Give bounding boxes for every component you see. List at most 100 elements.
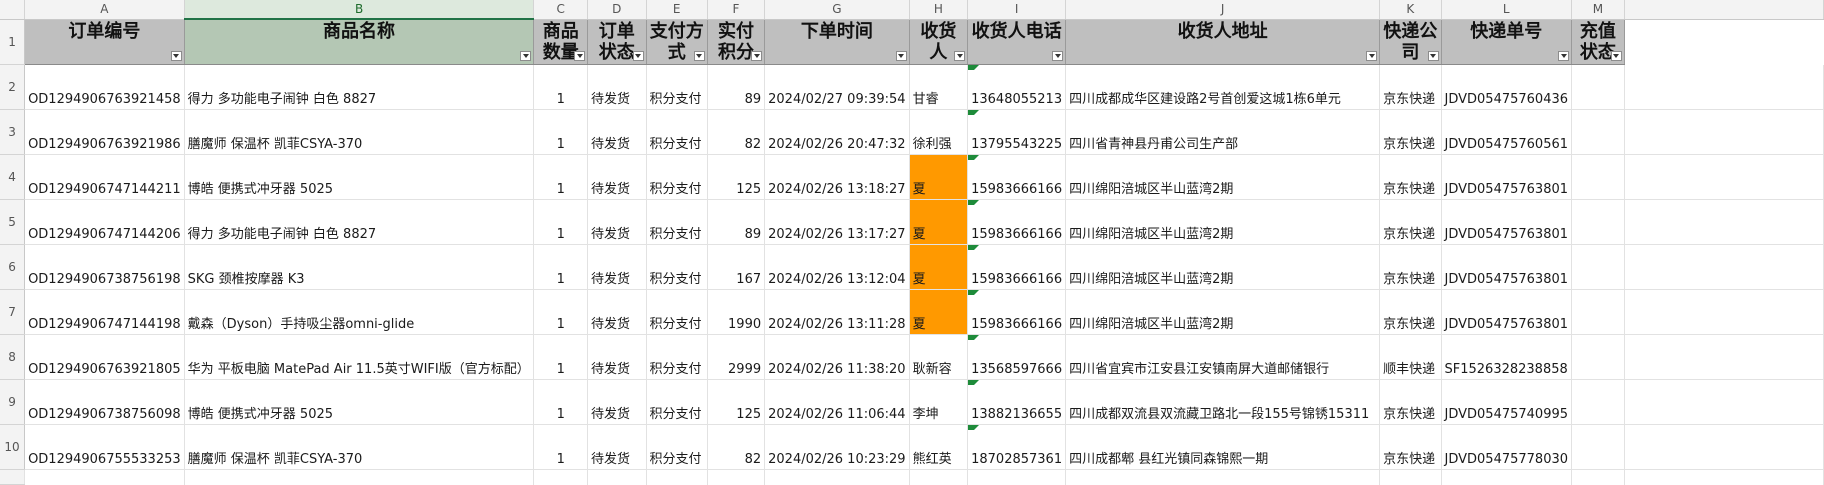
select-all-corner[interactable] [0, 0, 26, 20]
recipient-address-cell[interactable]: 四川成都双流县双流藏卫路北一段155号锦锈15311 [1065, 379, 1381, 425]
product-name-cell[interactable]: 得力 多功能电子闹钟 白色 8827 [184, 64, 535, 110]
row-number[interactable] [0, 469, 26, 485]
empty-cell[interactable] [1624, 424, 1824, 470]
courier-cell[interactable]: 京东快递 [1379, 244, 1442, 290]
quantity-cell[interactable]: 1 [533, 64, 588, 110]
empty-cell[interactable] [24, 469, 185, 485]
header-cell-b[interactable]: 商品名称 [184, 19, 535, 65]
order-status-cell[interactable]: 待发货 [587, 154, 647, 200]
recipient-name-cell[interactable]: 夏 [909, 154, 969, 200]
courier-cell[interactable]: 顺丰快递 [1379, 334, 1442, 380]
header-cell-f[interactable]: 实付积分 [707, 19, 766, 65]
order-time-cell[interactable]: 2024/02/26 11:38:20 [764, 334, 910, 380]
recipient-name-cell[interactable]: 夏 [909, 289, 969, 335]
payment-method-cell[interactable]: 积分支付 [646, 334, 708, 380]
empty-cell[interactable] [1624, 19, 1823, 65]
tracking-number-cell[interactable]: JDVD05475763801 [1441, 244, 1573, 290]
payment-method-cell[interactable]: 积分支付 [646, 379, 708, 425]
product-name-cell[interactable]: 膳魔师 保温杯 凯菲CSYA-370 [184, 424, 535, 470]
order-id-cell[interactable]: OD1294906747144211 [24, 154, 185, 200]
points-cell[interactable]: 89 [707, 199, 766, 245]
order-id-cell[interactable]: OD1294906738756098 [24, 379, 185, 425]
column-letter-b[interactable]: B [184, 0, 535, 20]
filter-dropdown-icon[interactable] [954, 51, 966, 61]
header-cell-h[interactable]: 收货人 [909, 19, 969, 65]
courier-cell[interactable]: 京东快递 [1379, 109, 1442, 155]
empty-cell[interactable] [1624, 109, 1824, 155]
header-cell-l[interactable]: 快递单号 [1441, 19, 1573, 65]
order-id-cell[interactable]: OD1294906763921458 [24, 64, 185, 110]
order-time-cell[interactable]: 2024/02/27 09:39:54 [764, 64, 910, 110]
empty-cell[interactable] [909, 469, 969, 485]
quantity-cell[interactable]: 1 [533, 244, 588, 290]
payment-method-cell[interactable]: 积分支付 [646, 64, 708, 110]
order-status-cell[interactable]: 待发货 [587, 334, 647, 380]
empty-cell[interactable] [1624, 289, 1824, 335]
recipient-address-cell[interactable]: 四川绵阳涪城区半山蓝湾2期 [1065, 154, 1381, 200]
row-number[interactable]: 6 [0, 244, 26, 290]
order-status-cell[interactable]: 待发货 [587, 199, 647, 245]
quantity-cell[interactable]: 1 [533, 199, 588, 245]
product-name-cell[interactable]: 得力 多功能电子闹钟 白色 8827 [184, 199, 535, 245]
recipient-name-cell[interactable]: 耿新容 [909, 334, 969, 380]
column-letter-f[interactable]: F [707, 0, 766, 20]
filter-dropdown-icon[interactable] [1366, 51, 1378, 61]
empty-cell[interactable] [1624, 199, 1824, 245]
courier-cell[interactable]: 京东快递 [1379, 154, 1442, 200]
empty-cell[interactable] [1379, 469, 1442, 485]
order-time-cell[interactable]: 2024/02/26 13:18:27 [764, 154, 910, 200]
order-status-cell[interactable]: 待发货 [587, 244, 647, 290]
recipient-address-cell[interactable]: 四川绵阳涪城区半山蓝湾2期 [1065, 244, 1381, 290]
recipient-name-cell[interactable]: 徐利强 [909, 109, 969, 155]
tracking-number-cell[interactable]: JDVD05475740995 [1441, 379, 1573, 425]
points-cell[interactable]: 1990 [707, 289, 766, 335]
quantity-cell[interactable]: 1 [533, 109, 588, 155]
header-cell-a[interactable]: 订单编号 [24, 19, 185, 65]
filter-dropdown-icon[interactable] [895, 51, 907, 61]
order-status-cell[interactable]: 待发货 [587, 289, 647, 335]
header-cell-d[interactable]: 订单状态 [587, 19, 647, 65]
row-number[interactable]: 1 [0, 19, 26, 65]
recipient-phone-cell[interactable]: 15983666166 [967, 244, 1067, 290]
empty-cell[interactable] [1624, 469, 1824, 485]
quantity-cell[interactable]: 1 [533, 289, 588, 335]
quantity-cell[interactable]: 1 [533, 424, 588, 470]
recharge-status-cell[interactable] [1571, 109, 1625, 155]
recipient-phone-cell[interactable]: 18702857361 [967, 424, 1067, 470]
payment-method-cell[interactable]: 积分支付 [646, 154, 708, 200]
column-letter-i[interactable]: I [967, 0, 1067, 20]
row-number[interactable]: 9 [0, 379, 26, 425]
order-id-cell[interactable]: OD1294906763921805 [24, 334, 185, 380]
quantity-cell[interactable]: 1 [533, 154, 588, 200]
product-name-cell[interactable]: 华为 平板电脑 MatePad Air 11.5英寸WIFI版（官方标配） [184, 334, 535, 380]
order-time-cell[interactable]: 2024/02/26 13:12:04 [764, 244, 910, 290]
order-time-cell[interactable]: 2024/02/26 13:17:27 [764, 199, 910, 245]
product-name-cell[interactable]: 戴森（Dyson）手持吸尘器omni-glide [184, 289, 535, 335]
recipient-name-cell[interactable]: 熊红英 [909, 424, 969, 470]
empty-cell[interactable] [707, 469, 766, 485]
payment-method-cell[interactable]: 积分支付 [646, 244, 708, 290]
filter-dropdown-icon[interactable] [1427, 51, 1439, 61]
column-letter-d[interactable]: D [587, 0, 647, 20]
recipient-phone-cell[interactable]: 13568597666 [967, 334, 1067, 380]
recharge-status-cell[interactable] [1571, 154, 1625, 200]
order-status-cell[interactable]: 待发货 [587, 109, 647, 155]
courier-cell[interactable]: 京东快递 [1379, 64, 1442, 110]
recipient-address-cell[interactable]: 四川省青神县丹甫公司生产部 [1065, 109, 1381, 155]
quantity-cell[interactable]: 1 [533, 334, 588, 380]
header-cell-j[interactable]: 收货人地址 [1065, 19, 1381, 65]
empty-cell[interactable] [533, 469, 588, 485]
points-cell[interactable]: 2999 [707, 334, 766, 380]
order-time-cell[interactable]: 2024/02/26 11:06:44 [764, 379, 910, 425]
filter-dropdown-icon[interactable] [520, 51, 532, 61]
header-cell-g[interactable]: 下单时间 [764, 19, 910, 65]
empty-cell[interactable] [967, 469, 1067, 485]
quantity-cell[interactable]: 1 [533, 379, 588, 425]
recharge-status-cell[interactable] [1571, 424, 1625, 470]
tracking-number-cell[interactable]: SF1526328238858 [1441, 334, 1573, 380]
tracking-number-cell[interactable]: JDVD05475763801 [1441, 289, 1573, 335]
empty-cell[interactable] [1065, 469, 1381, 485]
tracking-number-cell[interactable]: JDVD05475778030 [1441, 424, 1573, 470]
column-letter-g[interactable]: G [764, 0, 910, 20]
product-name-cell[interactable]: SKG 颈椎按摩器 K3 [184, 244, 535, 290]
